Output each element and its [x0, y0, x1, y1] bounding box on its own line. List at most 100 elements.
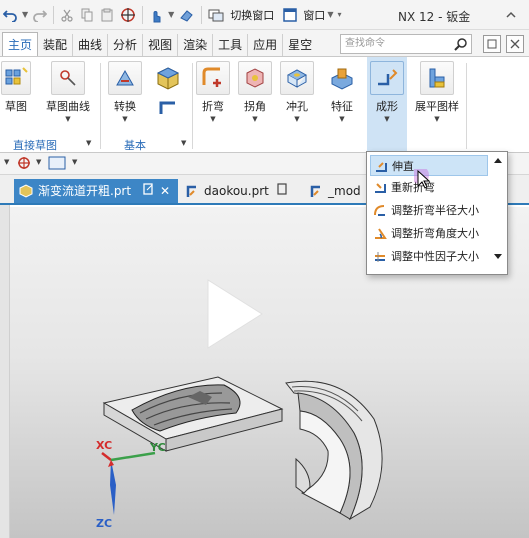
group-label-direct-sketch: 直接草图 — [13, 139, 57, 152]
tab-analysis[interactable]: 分析 — [108, 34, 144, 56]
box-button[interactable] — [150, 61, 186, 119]
minimize-ribbon-icon[interactable] — [501, 4, 521, 26]
copy-icon[interactable] — [77, 4, 97, 26]
menu-item-resize-bend-angle[interactable]: 调整折弯角度大小 — [370, 223, 488, 244]
snap-dropdown-icon[interactable]: ▼ — [36, 158, 41, 166]
bend-radius-icon — [374, 205, 385, 216]
switch-window-label[interactable]: 切换窗口 — [230, 7, 274, 23]
window-menu-label[interactable]: 窗口 — [303, 7, 325, 23]
flange-icon[interactable] — [158, 99, 178, 119]
doc-tab-name: _mod — [328, 184, 361, 198]
feature-icon — [325, 61, 359, 95]
snap-point-icon[interactable] — [16, 155, 32, 174]
play-button[interactable] — [193, 275, 269, 351]
convert-button[interactable]: 转换 ▼ — [105, 61, 145, 123]
doc-tab-name: 渐变流道开粗.prt — [38, 184, 132, 198]
restore-window-icon[interactable] — [483, 35, 501, 53]
wcs-triad — [101, 451, 156, 515]
corner-button[interactable]: 拐角 ▼ — [237, 61, 273, 123]
redo-icon[interactable] — [30, 4, 50, 26]
menu-item-label: 调整折弯角度大小 — [391, 227, 479, 240]
tab-assembly[interactable]: 装配 — [38, 34, 74, 56]
bend-icon — [196, 61, 230, 95]
tab-xingkong[interactable]: 星空 — [283, 34, 317, 56]
touch-dropdown-icon[interactable]: ▼ — [166, 4, 176, 26]
flat-pattern-dropdown-icon[interactable]: ▼ — [412, 115, 462, 123]
punch-label: 冲孔 — [286, 100, 308, 113]
cut-icon[interactable] — [57, 4, 77, 26]
window-dropdown-icon[interactable]: ▼ — [325, 4, 335, 26]
sketch-button[interactable]: 草图 — [0, 61, 32, 114]
quick-access-toolbar: ▼ ▼ 切换窗口 窗口 ▼ ▾ NX 12 - 钣金 — [0, 0, 529, 30]
tab-application[interactable]: 应用 — [248, 34, 284, 56]
flat-pattern-button[interactable]: 展平图样 ▼ — [412, 61, 462, 123]
tab-render[interactable]: 渲染 — [178, 34, 214, 56]
convert-icon — [108, 61, 142, 95]
bend-dropdown-icon[interactable]: ▼ — [195, 115, 231, 123]
search-placeholder: 查找命令 — [345, 38, 385, 49]
form-dropdown-icon[interactable]: ▼ — [367, 115, 407, 123]
menu-scrollbar[interactable] — [491, 154, 505, 272]
switch-window-icon[interactable] — [205, 4, 227, 26]
form-icon — [370, 61, 404, 95]
zc-axis-label: ZC — [96, 517, 113, 530]
doc-tab-mod[interactable]: _mod — [304, 179, 374, 203]
sheet-metal-part-icon — [186, 185, 196, 197]
menu-item-resize-neutral-factor[interactable]: 调整中性因子大小 — [370, 246, 488, 267]
neutral-factor-icon — [375, 252, 385, 262]
basic-group-dropdown-icon[interactable]: ▼ — [181, 139, 186, 147]
feature-button[interactable]: 特征 ▼ — [324, 61, 360, 123]
undo-icon[interactable] — [0, 4, 20, 26]
eraser-icon[interactable] — [176, 4, 198, 26]
corner-dropdown-icon[interactable]: ▼ — [237, 115, 273, 123]
undo-dropdown-icon[interactable]: ▼ — [20, 4, 30, 26]
bend-button[interactable]: 折弯 ▼ — [195, 61, 231, 123]
close-tab-icon[interactable]: ✕ — [160, 179, 170, 203]
punch-icon — [280, 61, 314, 95]
search-icon[interactable] — [454, 37, 468, 51]
tab-curve[interactable]: 曲线 — [73, 34, 109, 56]
view-frame-icon[interactable] — [48, 156, 66, 173]
separator — [142, 5, 144, 24]
tab-home[interactable]: 主页 — [2, 32, 39, 56]
part-icon — [19, 184, 33, 198]
tab-view[interactable]: 视图 — [143, 34, 179, 56]
xc-axis-label: XC — [96, 439, 113, 452]
window-icon[interactable] — [280, 4, 300, 26]
form-label: 成形 — [376, 100, 398, 113]
corner-label: 拐角 — [244, 100, 266, 113]
menu-icon[interactable]: ▼ — [4, 158, 9, 166]
doc-tab-active[interactable]: 渐变流道开粗.prt ✕ — [14, 179, 178, 203]
punch-dropdown-icon[interactable]: ▼ — [279, 115, 315, 123]
direct-sketch-group-dropdown-icon[interactable]: ▼ — [86, 139, 91, 147]
group-separator — [466, 63, 467, 149]
touch-mode-icon[interactable] — [146, 4, 166, 26]
tab-tools[interactable]: 工具 — [213, 34, 249, 56]
sketch-curve-button[interactable]: 草图曲线 ▼ — [42, 61, 94, 123]
help-icon[interactable] — [506, 35, 524, 53]
resource-bar[interactable] — [0, 205, 10, 538]
doc-tab-daokou[interactable]: daokou.prt — [180, 179, 298, 203]
menu-item-label: 调整折弯半径大小 — [391, 204, 479, 217]
customize-icon[interactable]: ▾ — [335, 4, 343, 26]
command-search-input[interactable]: 查找命令 — [340, 34, 472, 54]
scroll-up-icon[interactable] — [494, 158, 502, 163]
form-dropdown-menu: 伸直 重新折弯 调整折弯半径大小 调整折弯角度大小 调整中性因子大小 — [366, 151, 508, 275]
bend-angle-icon — [375, 228, 387, 239]
bend-label: 折弯 — [202, 100, 224, 113]
feature-dropdown-icon[interactable]: ▼ — [324, 115, 360, 123]
convert-dropdown-icon[interactable]: ▼ — [105, 115, 145, 123]
convert-label: 转换 — [114, 100, 136, 113]
punch-button[interactable]: 冲孔 ▼ — [279, 61, 315, 123]
menu-item-label: 伸直 — [392, 160, 414, 173]
modified-icon — [276, 179, 288, 203]
menu-item-resize-bend-radius[interactable]: 调整折弯半径大小 — [370, 200, 488, 221]
group-separator — [192, 63, 193, 149]
separator — [201, 5, 203, 24]
snap-view-icon[interactable] — [117, 4, 139, 26]
sketch-curve-dropdown-icon[interactable]: ▼ — [42, 115, 94, 123]
form-button[interactable]: 成形 ▼ — [367, 57, 407, 153]
view-frame-dropdown-icon[interactable]: ▼ — [72, 158, 77, 166]
paste-icon[interactable] — [97, 4, 117, 26]
scroll-down-icon[interactable] — [494, 254, 502, 259]
